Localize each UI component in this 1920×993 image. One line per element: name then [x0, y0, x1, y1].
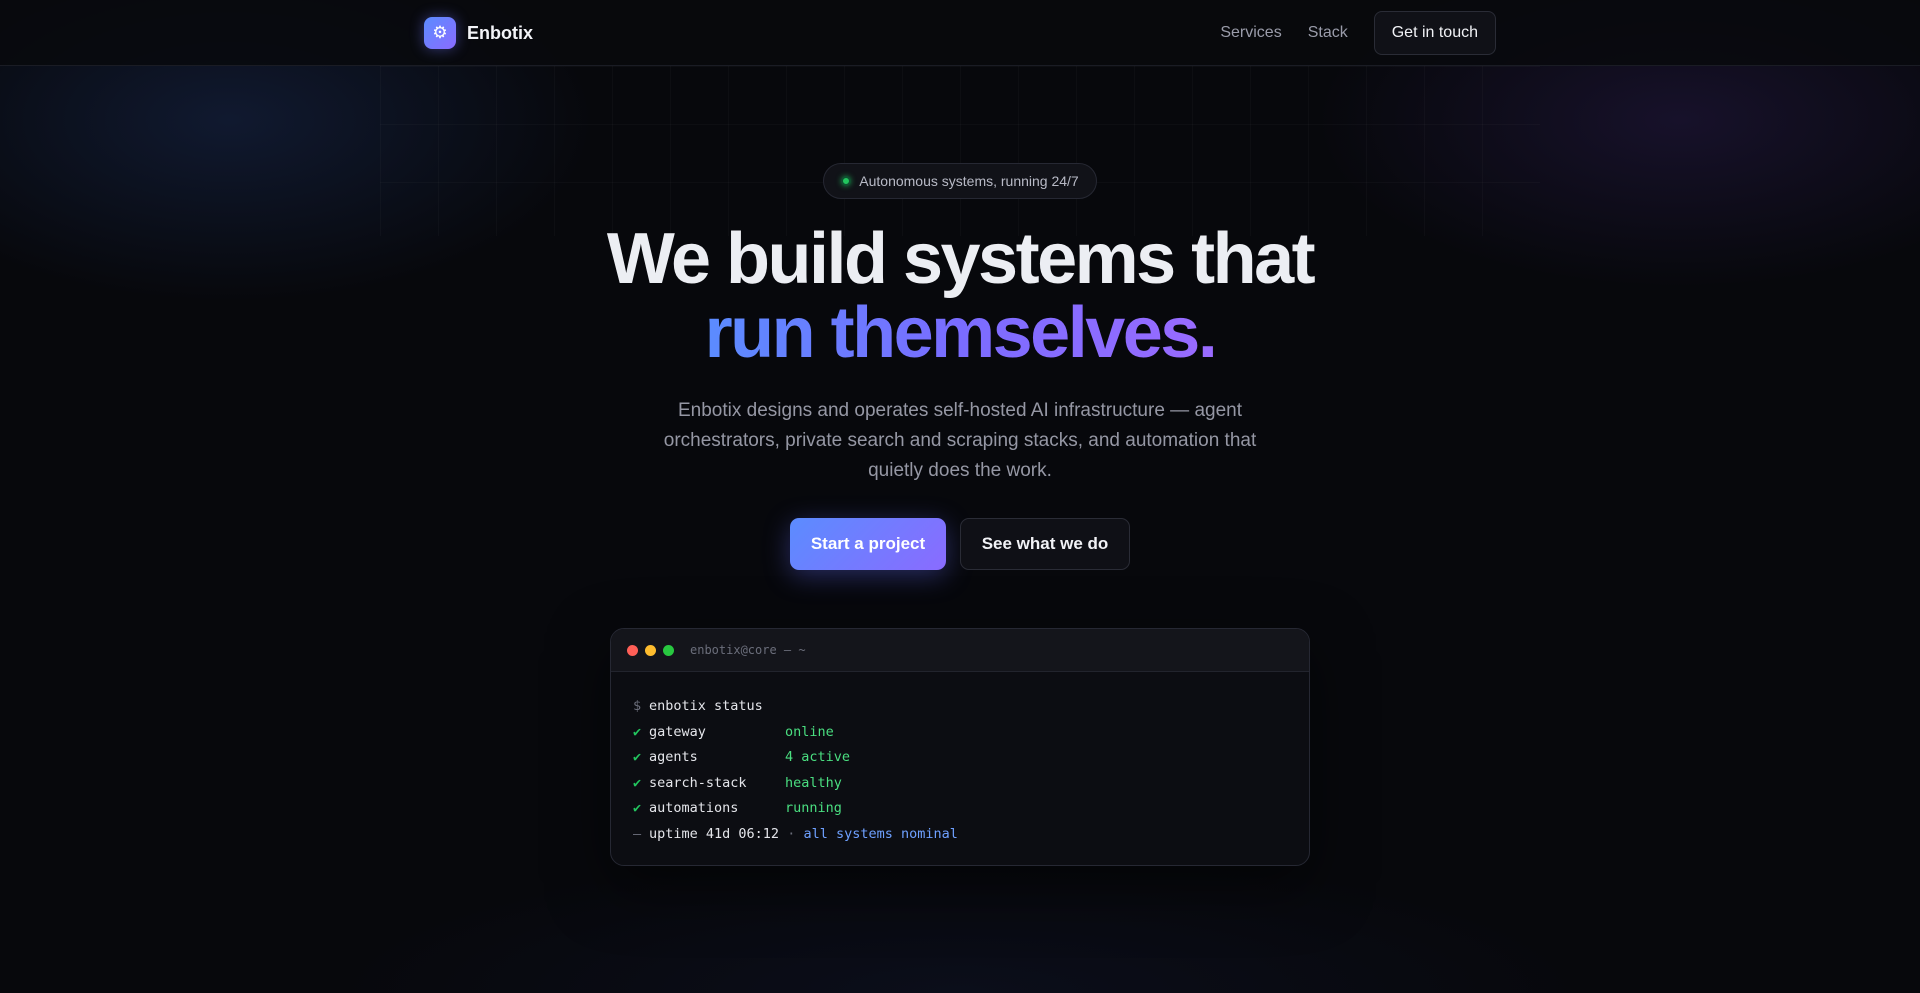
system-status-text: all systems nominal	[803, 825, 958, 842]
check-icon: ✔	[633, 749, 642, 766]
prompt-symbol: $	[633, 698, 642, 714]
nav-link-services[interactable]: Services	[1220, 24, 1281, 42]
hero-subtitle: Enbotix designs and operates self-hosted…	[663, 400, 1257, 481]
status-value: online	[785, 723, 834, 740]
top-nav: ⚙ Enbotix Services Stack Get in touch	[0, 0, 1920, 66]
gear-icon: ⚙	[424, 17, 456, 49]
maximize-dot-icon	[663, 644, 674, 656]
terminal-command: enbotix status	[649, 698, 763, 714]
status-key: agents	[649, 749, 698, 766]
start-project-button[interactable]: Start a project	[790, 518, 946, 570]
separator: ·	[779, 822, 803, 848]
headline-line-1: We build systems that	[606, 219, 1316, 299]
dash-icon: —	[633, 825, 642, 842]
terminal-command-line: $ enbotix status	[633, 694, 1309, 720]
status-value: 4 active	[785, 749, 851, 766]
status-badge-text: Autonomous systems, running 24/7	[859, 173, 1079, 189]
separator-dot: ·	[787, 825, 796, 842]
minimize-dot-icon	[645, 644, 656, 656]
uptime-text: uptime 41d 06:12	[649, 825, 780, 842]
see-what-we-do-button[interactable]: See what we do	[960, 518, 1130, 570]
status-value: healthy	[785, 774, 842, 791]
check-icon: ✔	[633, 723, 642, 740]
status-key: automations	[649, 800, 739, 817]
headline-line-2: run themselves.	[704, 293, 1218, 373]
get-in-touch-button[interactable]: Get in touch	[1373, 11, 1496, 55]
status-dot-icon	[841, 176, 852, 186]
status-row: ✔ automations running	[633, 796, 1309, 822]
terminal-title: enbotix@core — ~	[690, 643, 806, 657]
close-dot-icon	[627, 644, 638, 656]
status-row: ✔ gateway online	[633, 720, 1309, 746]
hero-headline: We build systems that run themselves.	[0, 222, 1920, 370]
terminal-title-bar: enbotix@core — ~	[611, 629, 1309, 672]
brand-name: Enbotix	[467, 22, 533, 43]
check-icon: ✔	[633, 774, 642, 791]
nav-links: Services Stack Get in touch	[1220, 11, 1496, 55]
status-row: ✔ agents 4 active	[633, 745, 1309, 771]
uptime-line: — uptime 41d 06:12 · all systems nominal	[633, 822, 1309, 848]
brand[interactable]: ⚙ Enbotix	[424, 17, 533, 49]
status-key: gateway	[649, 723, 706, 740]
status-row: ✔ search-stack healthy	[633, 771, 1309, 797]
check-icon: ✔	[633, 800, 642, 817]
status-terminal: enbotix@core — ~ $ enbotix status ✔ gate…	[610, 628, 1310, 866]
status-value: running	[785, 800, 842, 817]
terminal-body: $ enbotix status ✔ gateway online ✔ agen…	[611, 672, 1309, 848]
status-key: search-stack	[649, 774, 747, 791]
nav-link-stack[interactable]: Stack	[1308, 24, 1348, 42]
status-badge: Autonomous systems, running 24/7	[823, 163, 1097, 199]
background-grid	[380, 66, 1540, 236]
